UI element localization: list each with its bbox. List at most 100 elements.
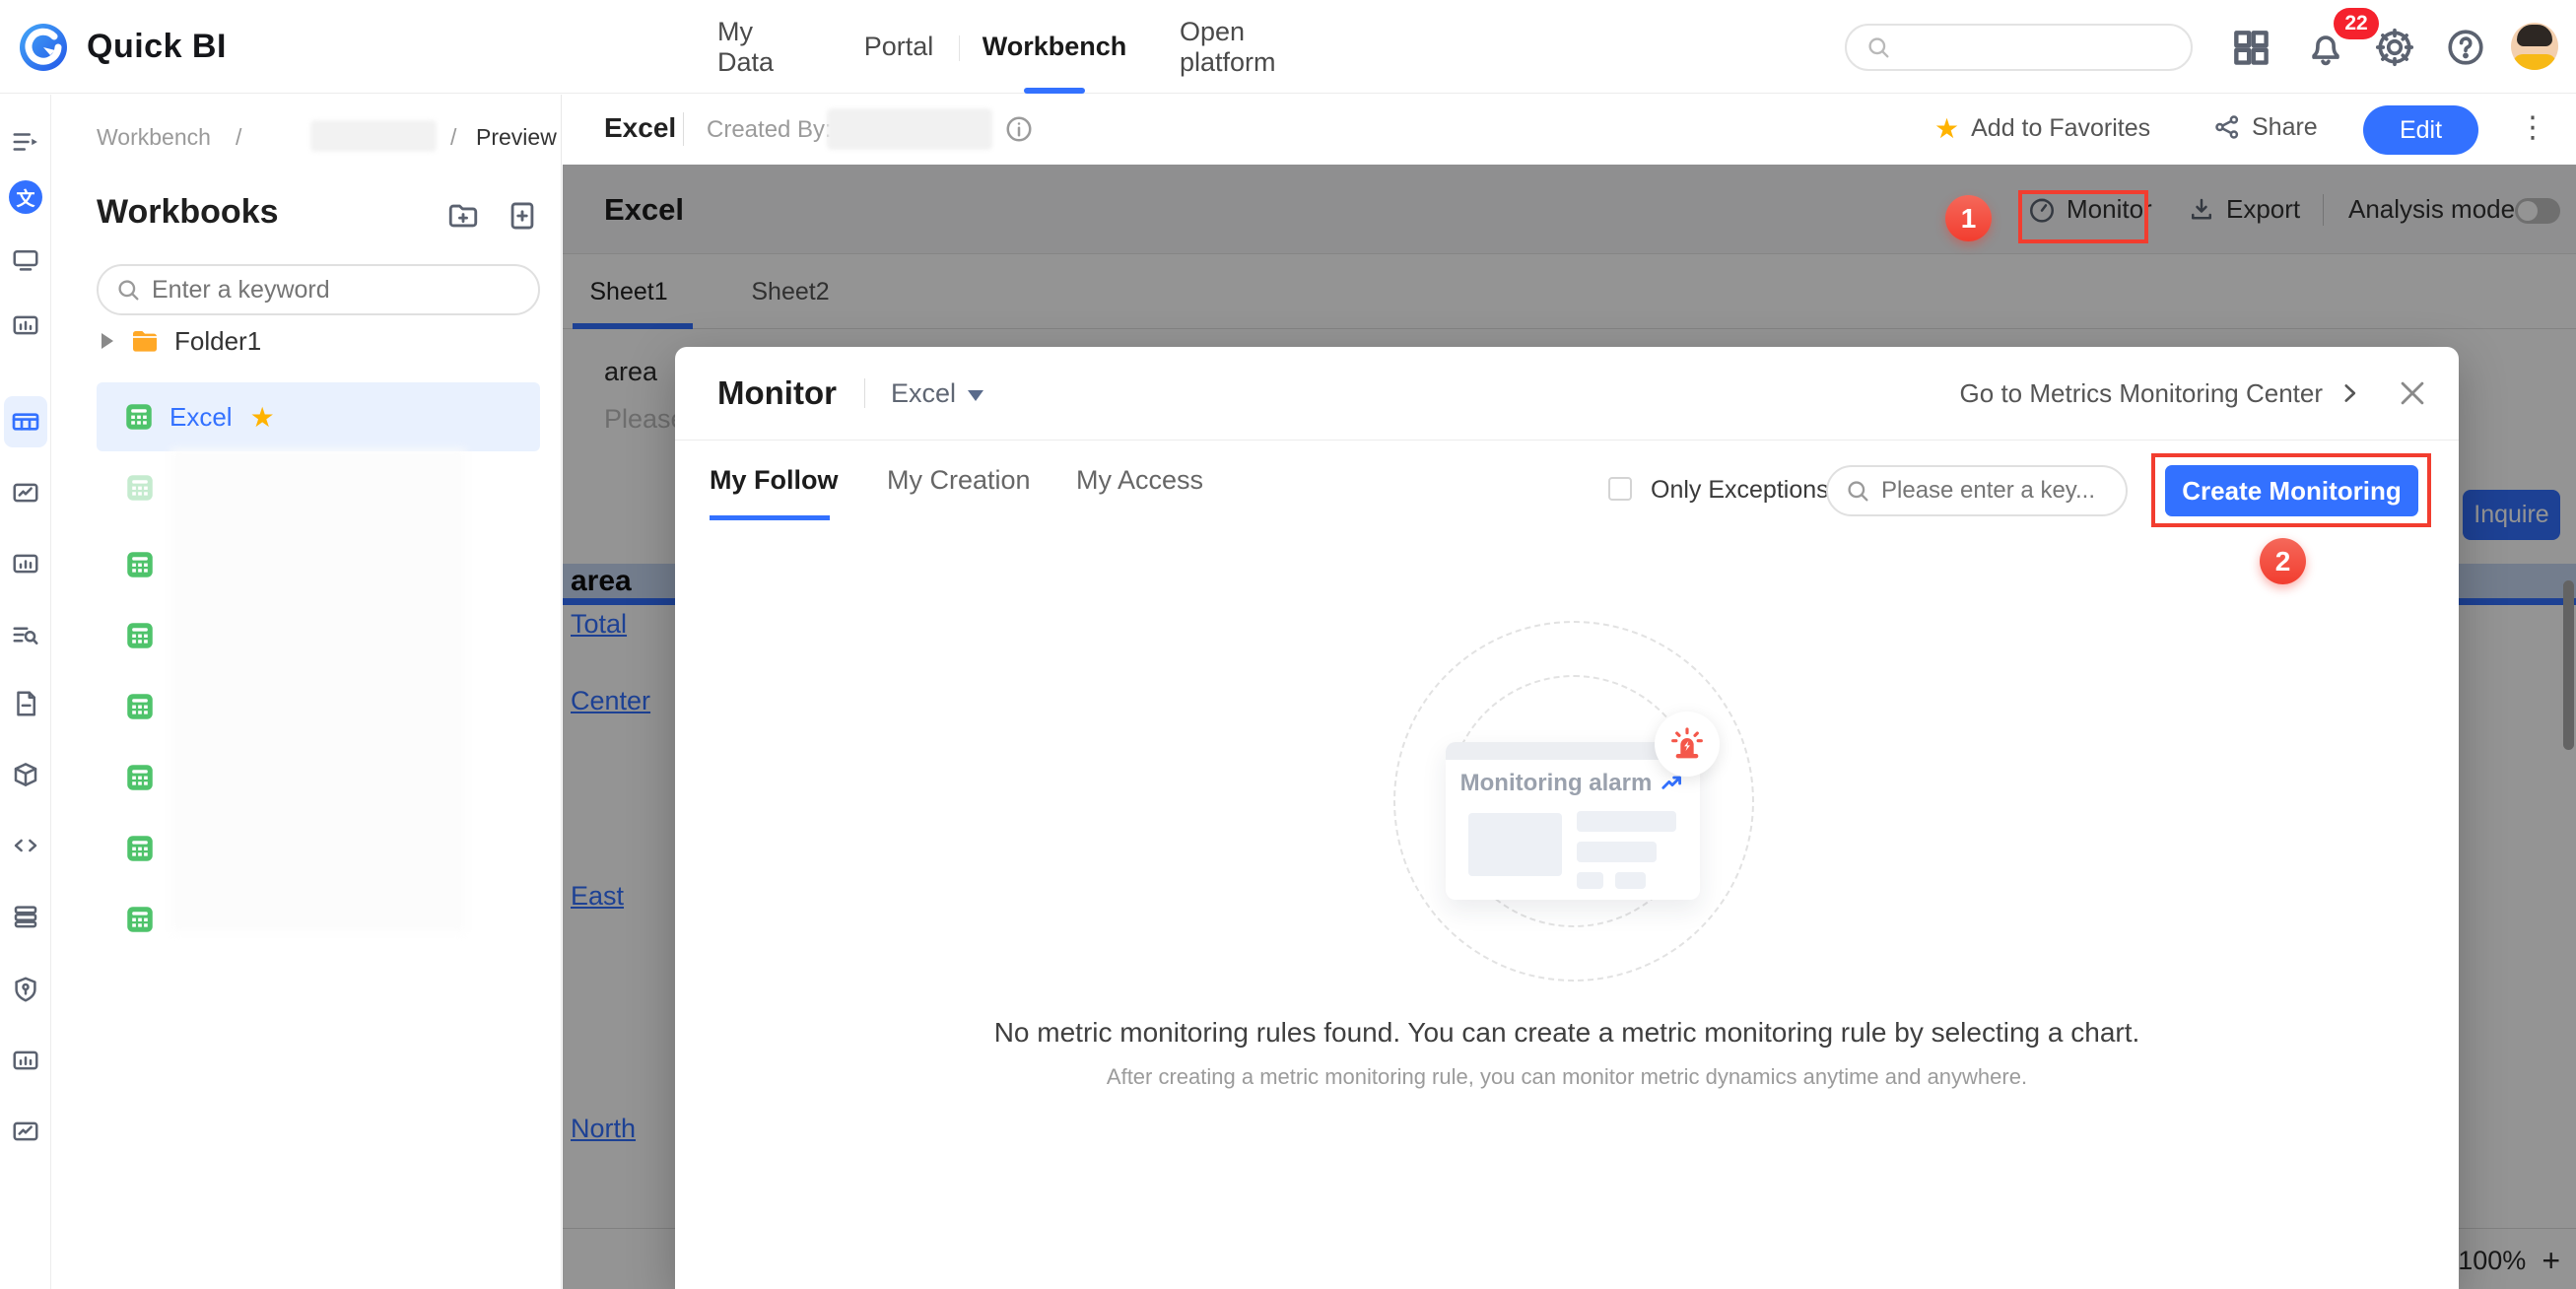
workbooks-title: Workbooks: [97, 193, 279, 231]
bar-card-icon: [13, 554, 38, 574]
active-tab-underline: [710, 515, 830, 520]
rail-item-card-metric[interactable]: [8, 546, 43, 581]
info-icon[interactable]: [1004, 114, 1034, 144]
chevron-right-icon: [2344, 384, 2356, 402]
cube-icon: [14, 763, 37, 786]
layers-icon: [14, 906, 37, 928]
document-title: Excel: [604, 112, 677, 143]
more-menu-button[interactable]: ⋮: [2518, 110, 2547, 145]
user-avatar[interactable]: [2511, 23, 2558, 70]
rail-item-security[interactable]: [8, 972, 43, 1007]
illustration-label: Monitoring alarm: [1459, 770, 1653, 796]
placeholder-bar: [1577, 811, 1676, 832]
modal-title: Monitor: [717, 374, 837, 411]
rule-search-input[interactable]: [1881, 477, 2098, 505]
nav-my-data[interactable]: My Data: [717, 0, 810, 94]
rail-item-document[interactable]: [8, 686, 43, 721]
nav-workbench[interactable]: Workbench: [983, 0, 1126, 94]
annotation-box-create-monitoring: [2151, 453, 2431, 527]
sheet-icon[interactable]: [123, 690, 157, 723]
close-icon[interactable]: [2396, 376, 2429, 410]
rail-item-cube[interactable]: [8, 757, 43, 792]
chevron-down-icon: [968, 389, 983, 401]
sheet-icon[interactable]: [123, 619, 157, 652]
rail-item-report-line[interactable]: [8, 475, 43, 510]
apps-grid-icon: [2234, 31, 2269, 65]
illustration-label-row: Monitoring alarm: [1446, 770, 1700, 797]
rail-item-menu[interactable]: [8, 124, 43, 160]
bar-card-icon: [13, 315, 38, 335]
gear-icon: [2375, 28, 2414, 67]
nav-open-platform[interactable]: Open platform: [1180, 0, 1337, 94]
star-icon: ★: [1934, 113, 1960, 144]
favorites-label: Add to Favorites: [1971, 114, 2151, 142]
tab-my-access[interactable]: My Access: [1076, 465, 1203, 496]
share-icon: [2215, 115, 2239, 139]
translate-icon: 文: [9, 180, 42, 214]
nav-portal[interactable]: Portal: [864, 0, 934, 94]
only-exceptions-label: Only Exceptions: [1651, 476, 1829, 504]
new-folder-button[interactable]: [446, 199, 480, 233]
divider: [863, 378, 865, 408]
bar-card-icon: [13, 1051, 38, 1070]
left-icon-rail: 文: [0, 95, 51, 1289]
sheet-icon[interactable]: [123, 903, 157, 936]
tab-my-follow[interactable]: My Follow: [710, 465, 839, 496]
code-icon: [14, 839, 37, 852]
folder-icon: [133, 331, 157, 352]
rail-item-worksheet[interactable]: [4, 396, 47, 447]
rail-item-card-chart[interactable]: [8, 307, 43, 343]
folder-row[interactable]: Folder1: [52, 313, 562, 369]
favorite-star-icon[interactable]: ★: [250, 401, 275, 434]
scope-dropdown[interactable]: Excel: [891, 378, 983, 409]
add-to-favorites-button[interactable]: ★ Add to Favorites: [1934, 112, 2150, 145]
workbook-search-input[interactable]: [152, 275, 497, 305]
global-search[interactable]: [1845, 24, 2193, 71]
sheet-icon[interactable]: [123, 832, 157, 865]
placeholder-square: [1615, 872, 1646, 889]
scope-label: Excel: [890, 377, 956, 408]
sheet-icon[interactable]: [123, 471, 157, 505]
search-list-icon: [13, 627, 38, 644]
workbook-search[interactable]: [97, 264, 540, 315]
placeholder-square: [1577, 872, 1603, 889]
folder-label: Folder1: [174, 325, 262, 356]
breadcrumb-current: Preview: [476, 124, 557, 150]
tab-my-creation[interactable]: My Creation: [887, 465, 1031, 496]
rail-item-report-line-2[interactable]: [8, 1114, 43, 1149]
workbook-item-excel[interactable]: Excel ★: [97, 382, 540, 451]
only-exceptions-checkbox[interactable]: [1608, 477, 1632, 501]
rail-item-translate[interactable]: 文: [8, 179, 43, 215]
new-folder-icon: [448, 204, 478, 228]
sheet-icon[interactable]: [123, 548, 157, 581]
annotation-step-1: 1: [1945, 195, 1992, 241]
rail-item-dashboard[interactable]: [8, 242, 43, 278]
settings-button[interactable]: [2373, 26, 2416, 69]
apps-grid-button[interactable]: [2229, 26, 2272, 69]
caret-right-icon[interactable]: [102, 333, 113, 349]
table-icon: [12, 413, 39, 431]
go-to-metrics-center-link[interactable]: Go to Metrics Monitoring Center: [1960, 378, 2362, 409]
nav-divider: [959, 35, 960, 61]
active-nav-underline: [1024, 88, 1085, 94]
alarm-badge: [1655, 712, 1720, 777]
notification-count-badge: 22: [2334, 8, 2379, 39]
sheet-icon[interactable]: [123, 761, 157, 794]
rule-search[interactable]: [1826, 465, 2128, 516]
help-button[interactable]: [2444, 26, 2487, 69]
placeholder-bar: [1577, 842, 1657, 862]
share-button[interactable]: Share: [2212, 112, 2318, 142]
rail-item-code[interactable]: [8, 828, 43, 863]
breadcrumb-root[interactable]: Workbench: [97, 124, 211, 151]
edit-button[interactable]: Edit: [2363, 105, 2478, 155]
rail-item-datasource[interactable]: [8, 899, 43, 934]
global-search-input[interactable]: [1902, 34, 2168, 61]
created-by-blurred-name: [827, 108, 992, 150]
new-workbook-button[interactable]: [506, 199, 539, 233]
siren-icon: [1671, 727, 1703, 759]
search-icon: [118, 280, 139, 301]
document-icon: [17, 691, 35, 716]
rail-item-card-metric-2[interactable]: [8, 1043, 43, 1078]
rail-item-search-list[interactable]: [8, 617, 43, 652]
brand-name: Quick BI: [87, 28, 227, 65]
